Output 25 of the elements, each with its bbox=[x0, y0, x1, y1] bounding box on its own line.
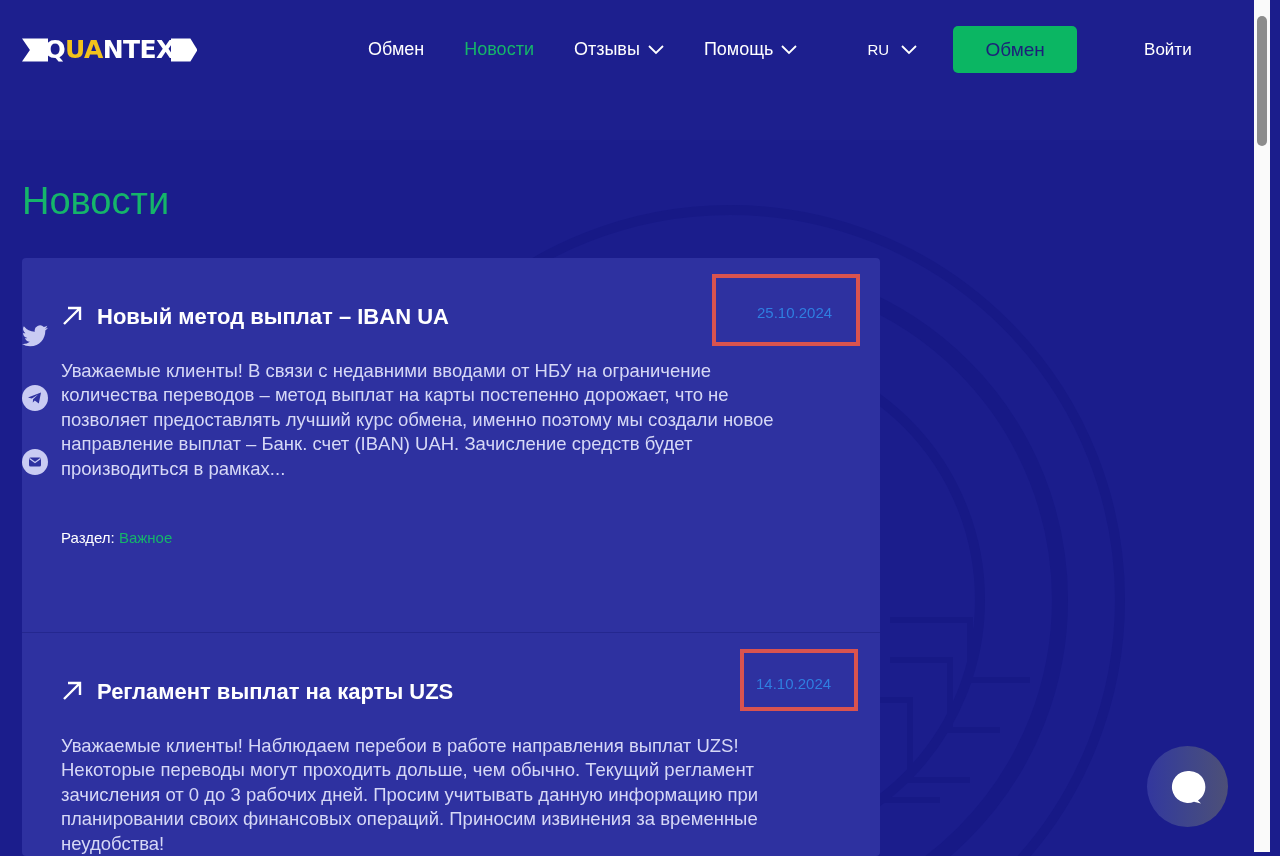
chevron-down-icon bbox=[781, 44, 798, 55]
language-selector[interactable]: RU bbox=[867, 38, 918, 61]
login-link[interactable]: Войти bbox=[1144, 37, 1192, 63]
chevron-down-icon bbox=[647, 44, 664, 55]
bird-icon[interactable] bbox=[22, 325, 48, 347]
nav-link[interactable]: Помощь bbox=[703, 36, 798, 64]
arrow-up-right-icon[interactable] bbox=[61, 680, 83, 702]
logo-arrow-icon bbox=[170, 36, 197, 63]
logo-arrow-icon bbox=[22, 36, 49, 63]
page-title: Новости bbox=[22, 181, 171, 220]
news-title[interactable]: Регламент выплат на карты UZS bbox=[97, 674, 454, 708]
news-text: Уважаемые клиенты! В связи с недавними вводами от НБУ на ограничение количества переводов – метод выплат на карты постепенно дорожает, что не позволяет предоставлять лучший курс обмена, именно поэтому мы создали новое направление выплат – Банк. счет (IBAN) UAH. Зачисление средств будет производиться в рамках... bbox=[61, 358, 775, 481]
news-date: 14.10.2024 bbox=[740, 648, 858, 711]
chevron-down-icon bbox=[901, 44, 918, 55]
telegram-icon[interactable] bbox=[22, 385, 48, 411]
nav-link[interactable]: Обмен bbox=[368, 36, 425, 64]
mail-icon[interactable] bbox=[22, 449, 48, 475]
nav-link[interactable]: Новости bbox=[464, 36, 534, 64]
arrow-up-right-icon[interactable] bbox=[61, 305, 83, 327]
news-title[interactable]: Новый метод выплат – IBAN UA bbox=[97, 299, 449, 333]
news-section: Раздел: Важное bbox=[61, 527, 840, 550]
nav-link[interactable]: Отзывы bbox=[573, 36, 664, 64]
news-date: 25.10.2024 bbox=[712, 273, 860, 346]
exchange-button[interactable]: Обмен bbox=[953, 26, 1078, 74]
news-text: Уважаемые клиенты! Наблюдаем перебои в работе направления выплат UZS! Некоторые переводы могут проходить дольше, чем обычно. Текущий регламент зачисления от 0 до 3 рабочих дней. Просим учитывать данную информацию при планировании своих финансовых операций. Приносим извинения за временные неудобства! bbox=[61, 733, 760, 856]
